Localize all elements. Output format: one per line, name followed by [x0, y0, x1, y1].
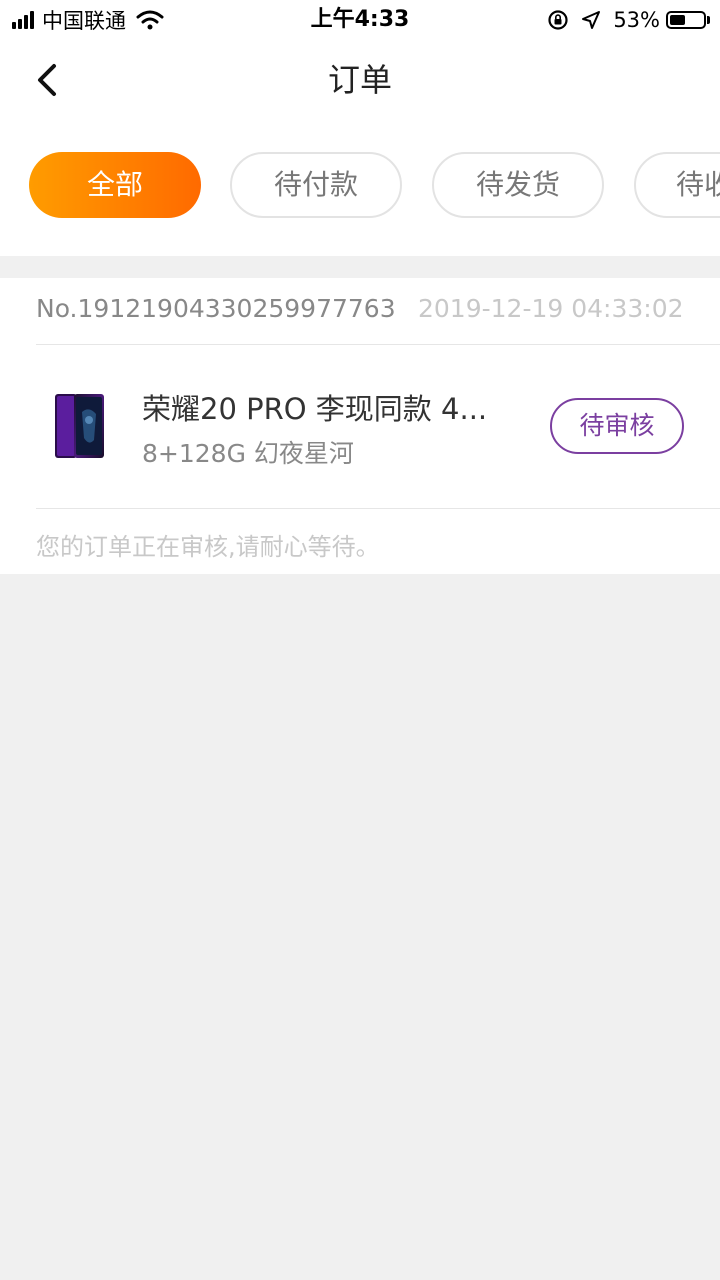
- page-title: 订单: [327, 61, 392, 99]
- product-name[interactable]: 荣耀20 PRO 李现同款 4...: [142, 386, 522, 428]
- product-thumbnail[interactable]: [52, 392, 106, 460]
- status-bar: 中国联通 上午4:33 53%: [0, 0, 720, 40]
- tab-pending-receipt[interactable]: 待收货: [634, 152, 720, 218]
- order-filter-tabs: 全部 待付款 待发货 待收货: [0, 150, 720, 220]
- tab-all[interactable]: 全部: [29, 152, 201, 218]
- order-card[interactable]: No.19121904330259977763 2019-12-19 04:33…: [0, 278, 720, 574]
- product-spec: 8+128G 幻夜星河: [142, 439, 354, 468]
- order-footer: 您的订单正在审核,请耐心等待。: [36, 508, 720, 561]
- battery-icon: [666, 11, 706, 29]
- tab-pending-shipment[interactable]: 待发货: [432, 152, 604, 218]
- tab-pending-payment[interactable]: 待付款: [230, 152, 402, 218]
- order-time: 2019-12-19 04:33:02: [418, 294, 684, 323]
- battery-percent: 53%: [613, 8, 660, 32]
- status-badge: 待审核: [550, 398, 684, 454]
- rotation-lock-icon: [548, 10, 568, 30]
- order-number: No.19121904330259977763: [36, 294, 396, 323]
- location-arrow-icon: [582, 11, 601, 29]
- nav-bar: 订单: [0, 40, 720, 122]
- order-header: No.19121904330259977763 2019-12-19 04:33…: [36, 278, 720, 345]
- order-note: 您的订单正在审核,请耐心等待。: [36, 533, 380, 561]
